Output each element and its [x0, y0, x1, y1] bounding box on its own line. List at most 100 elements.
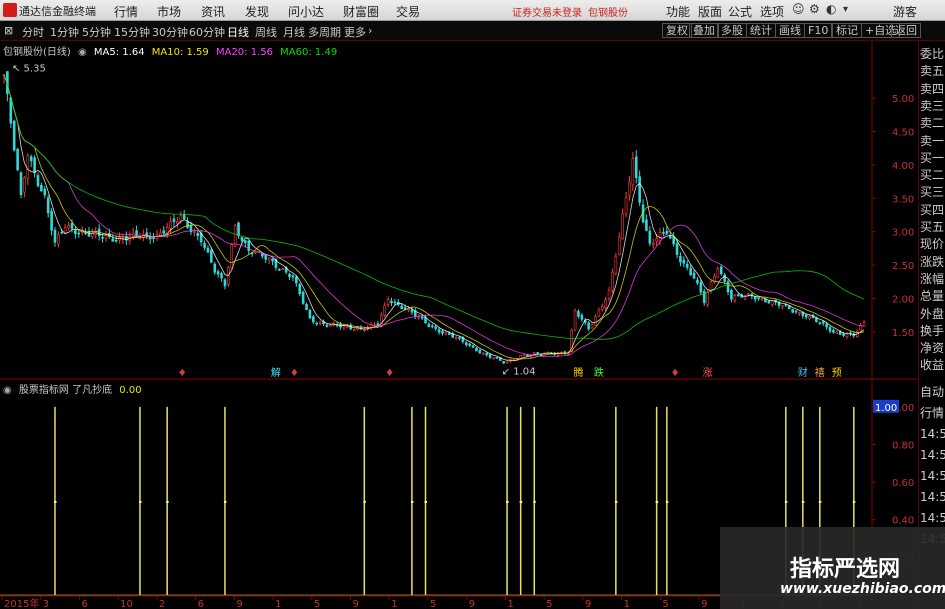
candle-body — [240, 237, 244, 241]
period-tab[interactable]: 更多 — [344, 24, 366, 40]
kline-chart[interactable]: 1.502.002.503.003.504.004.505.000.200.40… — [0, 41, 918, 609]
tool-button[interactable]: 多股 — [717, 23, 747, 38]
quote-field-label: 涨幅 — [920, 271, 945, 286]
quote-field-label: 总量 — [920, 289, 945, 304]
dropdown-icon[interactable]: ▾ — [843, 4, 848, 15]
menu-item[interactable]: 版面 — [698, 3, 722, 20]
candle-body — [70, 223, 74, 229]
period-tab[interactable]: 60分钟 — [189, 24, 225, 40]
period-tab[interactable]: 月线 — [283, 24, 305, 40]
tick-list-item: 14:5 — [920, 448, 945, 462]
more-arrow-icon[interactable]: › — [368, 24, 372, 37]
login-notice[interactable]: 证券交易未登录 — [512, 4, 582, 19]
menu-item[interactable]: 功能 — [666, 3, 690, 20]
candle-body — [804, 314, 808, 318]
settings-icon[interactable]: ⚙ — [809, 2, 820, 16]
menu-item[interactable]: 发现 — [245, 3, 269, 20]
y-tick-label: 0.80 — [892, 440, 914, 451]
period-tab[interactable]: 多周期 — [308, 24, 341, 40]
tool-button[interactable]: 返回 — [891, 23, 921, 38]
candle-body — [325, 324, 329, 327]
quote-field-label: 卖四 — [920, 81, 945, 96]
candle-body — [577, 311, 580, 317]
period-tab[interactable]: 30分钟 — [152, 24, 188, 40]
candle-body — [447, 332, 451, 335]
candle-body — [148, 236, 152, 240]
x-tick-label: 5 — [662, 599, 668, 609]
tool-button[interactable]: 统计 — [746, 23, 776, 38]
candle-body — [648, 230, 652, 244]
watermark-url: www.xuezhibiao.com — [780, 581, 945, 597]
menu-item[interactable]: 问小达 — [288, 3, 324, 20]
candle-body — [828, 327, 832, 332]
period-tab[interactable]: 15分钟 — [114, 24, 150, 40]
candle-body — [152, 237, 155, 240]
tool-button[interactable]: 画线 — [775, 23, 805, 38]
candle-body — [444, 332, 448, 335]
menu-item[interactable]: 行情 — [114, 3, 138, 20]
candle-body — [19, 172, 23, 196]
period-tab-active[interactable]: 日线 — [227, 24, 249, 40]
candle-body — [845, 333, 849, 338]
tick-list-item: 自动 — [920, 385, 945, 399]
candle-body — [821, 321, 825, 324]
candle-body — [692, 272, 696, 279]
menu-item[interactable]: 财富圈 — [343, 3, 379, 20]
tool-button[interactable]: 叠加 — [689, 23, 719, 38]
quote-field-label: 外盘 — [920, 306, 945, 321]
period-tab[interactable]: 1分钟 — [50, 24, 79, 40]
app-title: 通达信金融终端 — [19, 5, 96, 18]
candle-body — [645, 219, 648, 231]
candle-body — [176, 221, 179, 225]
x-tick-label: 9 — [353, 599, 359, 609]
tool-button[interactable]: F10 — [804, 23, 833, 38]
candle-body — [101, 237, 104, 239]
candle-body — [36, 175, 40, 187]
skin-icon[interactable]: ◐ — [826, 2, 836, 16]
candle-body — [454, 337, 458, 340]
quote-field-label: 卖五 — [920, 64, 945, 79]
quote-field-label: 买五 — [920, 220, 945, 234]
candle-body — [410, 309, 414, 313]
x-tick-label: 5 — [546, 599, 552, 609]
tool-button[interactable]: 复权 — [662, 23, 692, 38]
candle-body — [346, 325, 349, 328]
stock-name-notice[interactable]: 包钢股份 — [588, 4, 628, 19]
period-tab[interactable]: 5分钟 — [82, 24, 111, 40]
menu-item[interactable]: 市场 — [157, 3, 181, 20]
candle-body — [318, 321, 322, 324]
candle-body — [679, 255, 682, 263]
candle-body — [638, 176, 641, 203]
candle-body — [685, 263, 689, 268]
period-tab[interactable]: 周线 — [255, 24, 277, 40]
menu-item[interactable]: 公式 — [728, 3, 752, 20]
y-tick-label: 4.50 — [892, 127, 914, 138]
candle-body — [431, 325, 434, 328]
x-tick-label: 9 — [585, 599, 591, 609]
candle-body — [760, 298, 764, 300]
user-icon[interactable]: ☺ — [792, 2, 805, 16]
candle-body — [590, 324, 594, 329]
quote-field-label: 卖二 — [920, 116, 945, 131]
candle-body — [417, 316, 421, 319]
candle-body — [675, 243, 679, 255]
candle-body — [651, 243, 655, 245]
event-mark: ♦ — [385, 368, 394, 379]
close-small-icon[interactable]: ⊠ — [4, 24, 13, 37]
signal-marker — [519, 500, 523, 503]
signal-marker — [506, 500, 509, 503]
menu-item[interactable]: 交易 — [396, 3, 420, 20]
max-price-label: ↖ 5.35 — [12, 64, 46, 75]
menu-item[interactable]: 选项 — [760, 3, 784, 20]
candle-body — [420, 316, 424, 319]
menu-item[interactable]: 资讯 — [201, 3, 225, 20]
candle-body — [614, 256, 618, 274]
guest-label[interactable]: 游客 — [893, 3, 917, 20]
signal-marker — [363, 500, 366, 503]
period-tab[interactable]: 分时 — [22, 24, 44, 40]
quote-field-label: 买四 — [920, 202, 945, 217]
candle-body — [77, 232, 81, 235]
candle-body — [794, 310, 798, 313]
tool-button[interactable]: 标记 — [832, 23, 862, 38]
event-mark: ♦ — [671, 368, 680, 379]
